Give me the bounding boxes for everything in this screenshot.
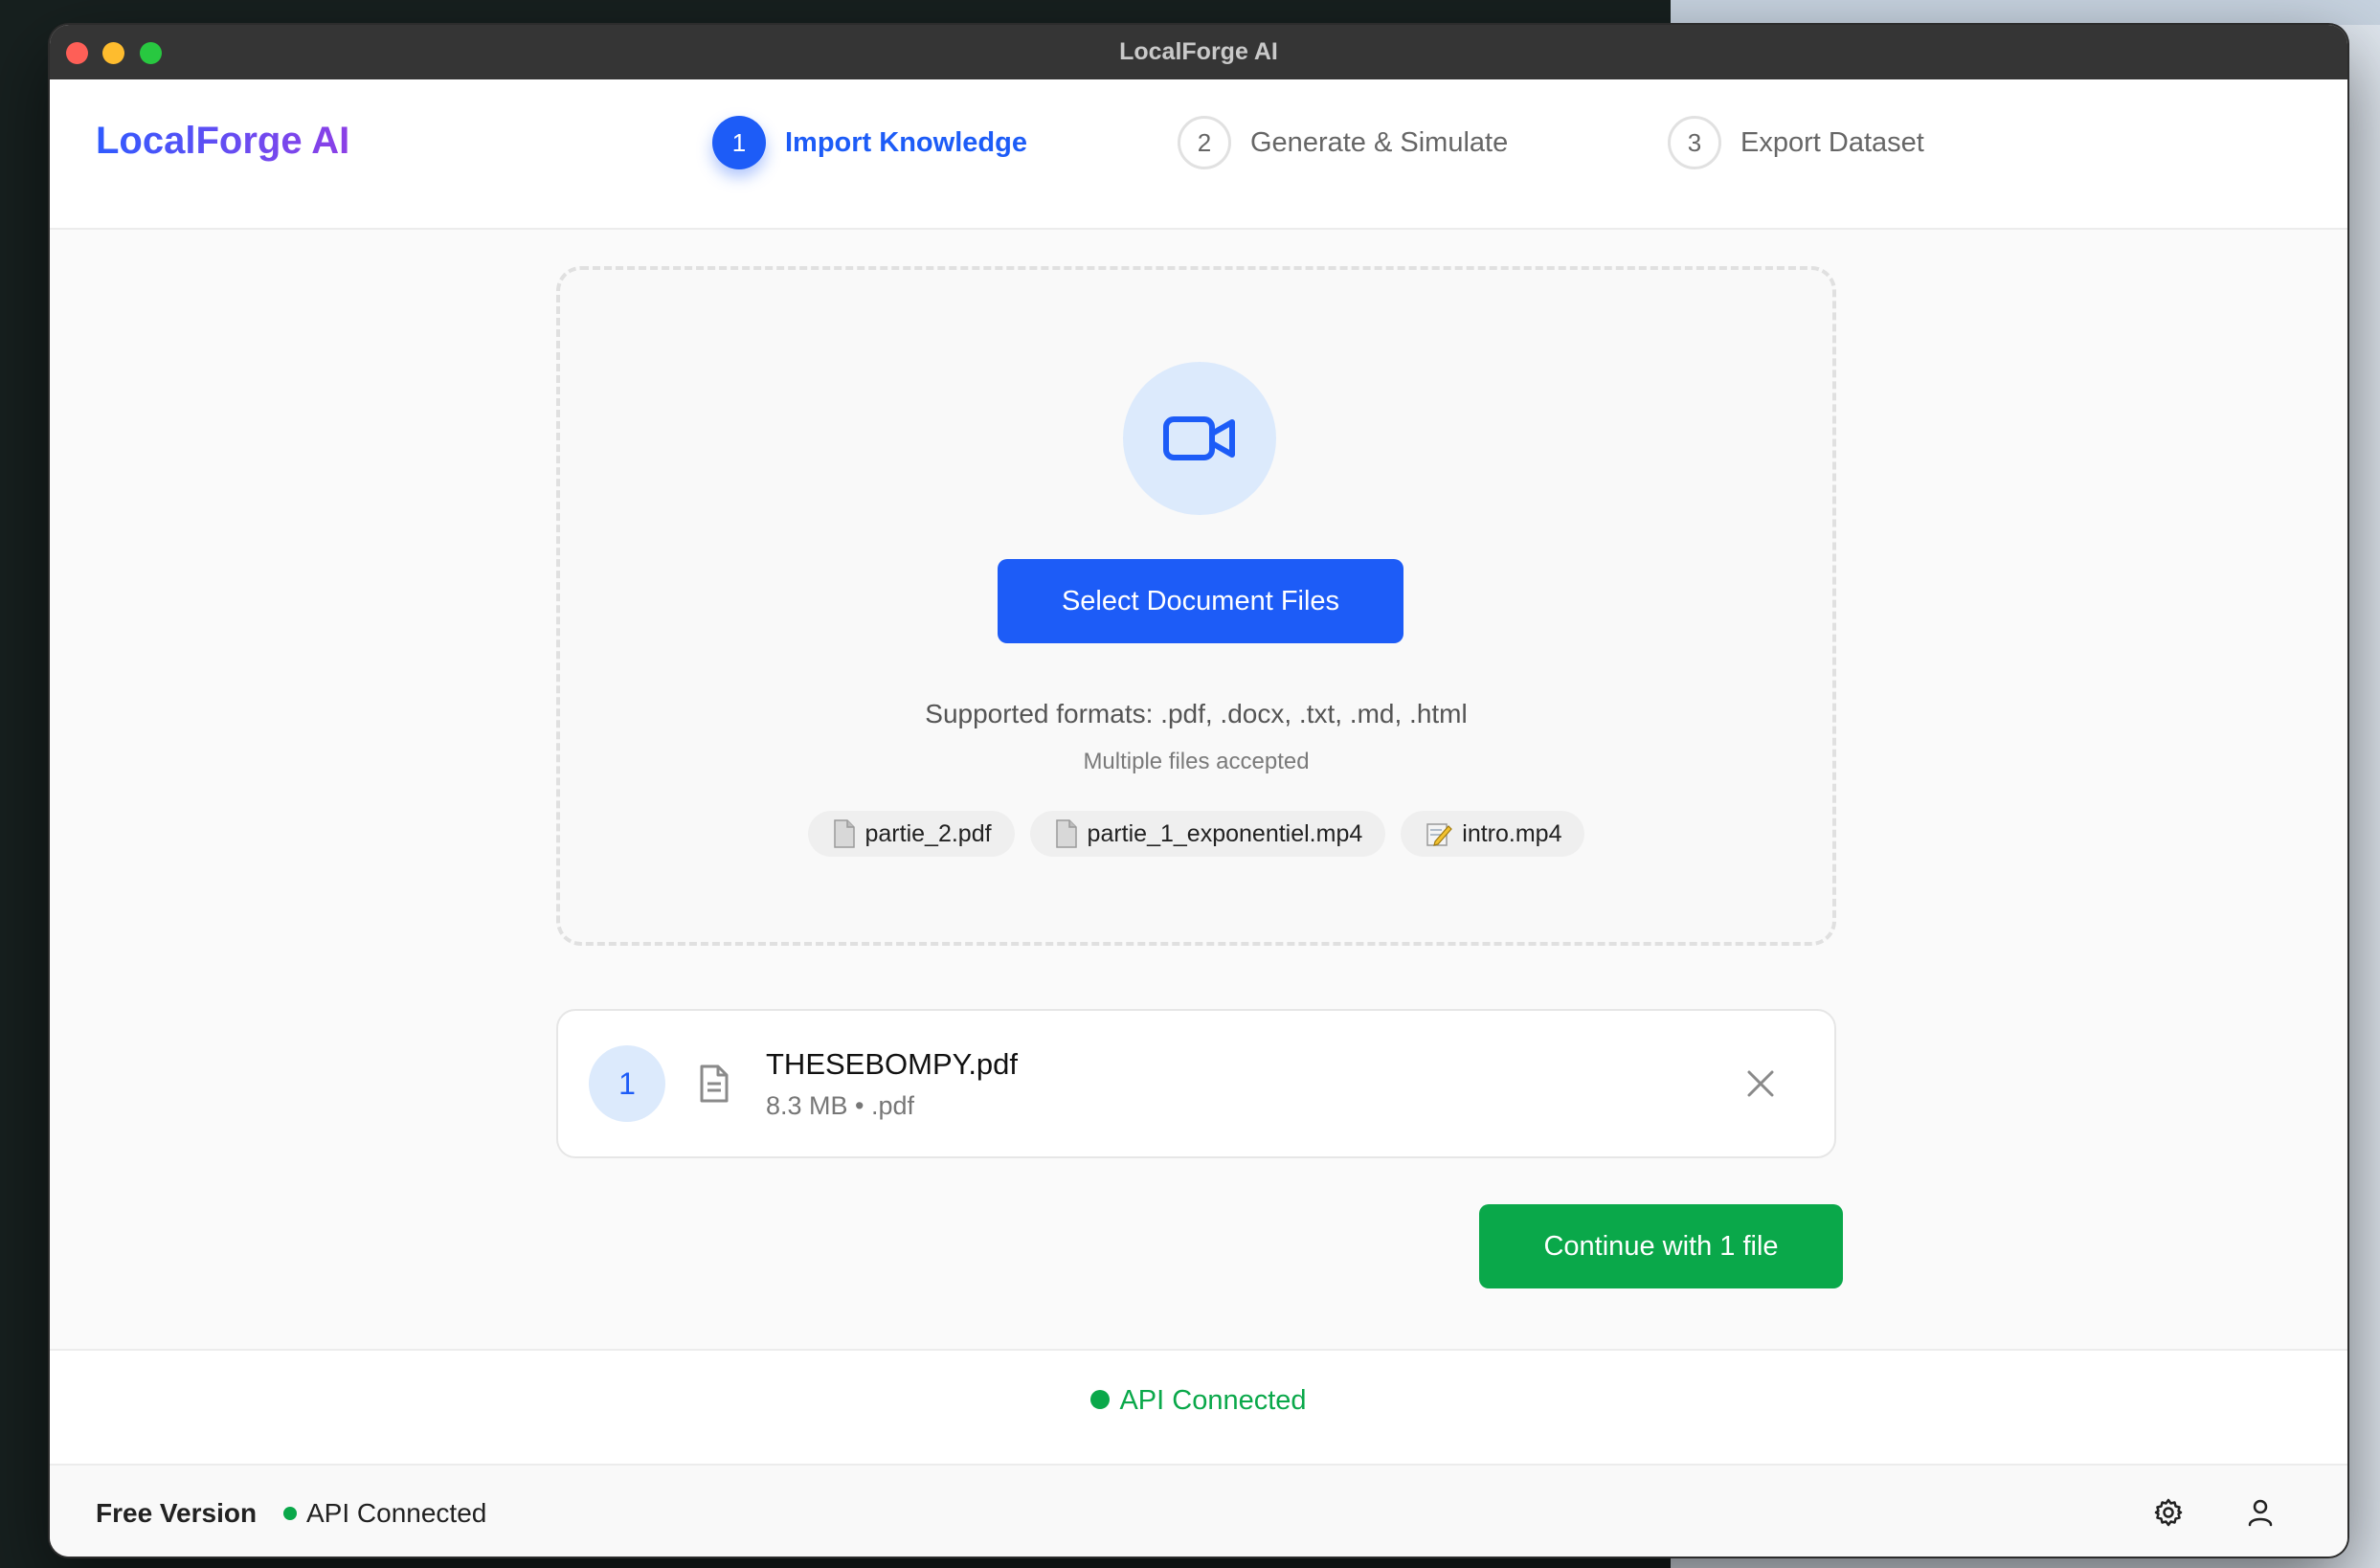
- recent-file-chip[interactable]: partie_1_exponentiel.mp4: [1029, 811, 1386, 857]
- select-files-button[interactable]: Select Document Files: [998, 559, 1403, 643]
- app-header: LocalForge AI 1 Import Knowledge 2 Gener…: [50, 79, 2347, 230]
- status-bar: API Connected: [50, 1349, 2347, 1464]
- step-number: 3: [1668, 116, 1721, 169]
- multiple-files-hint: Multiple files accepted: [1083, 749, 1310, 774]
- document-page-icon: [833, 819, 856, 848]
- api-status: API Connected: [50, 1385, 2347, 1417]
- status-dot-icon: [283, 1506, 297, 1520]
- selected-file-item: 1 THESEBOMPY.pdf 8.3 MB • .pdf: [556, 1009, 1836, 1158]
- step-export-dataset[interactable]: 3 Export Dataset: [1668, 114, 1924, 171]
- recent-file-name: intro.mp4: [1462, 819, 1562, 847]
- user-account-icon[interactable]: [2246, 1498, 2275, 1527]
- memo-icon: [1426, 820, 1453, 847]
- file-dropzone[interactable]: Select Document Files Supported formats:…: [556, 266, 1836, 946]
- background-window-strip: [1671, 0, 2380, 25]
- step-label: Import Knowledge: [785, 126, 1027, 158]
- recent-file-chip[interactable]: partie_2.pdf: [807, 811, 1015, 857]
- step-generate-simulate[interactable]: 2 Generate & Simulate: [1178, 114, 1508, 171]
- step-import-knowledge[interactable]: 1 Import Knowledge: [712, 114, 1027, 171]
- file-name: THESEBOMPY.pdf: [766, 1047, 1019, 1081]
- upload-icon-badge: [1123, 362, 1276, 515]
- recent-file-chip[interactable]: intro.mp4: [1401, 811, 1585, 857]
- title-bar: LocalForge AI: [50, 25, 2347, 80]
- status-dot-icon: [1090, 1390, 1111, 1410]
- remove-file-icon[interactable]: [1745, 1068, 1776, 1099]
- step-label: Generate & Simulate: [1250, 126, 1509, 158]
- recent-files-list: partie_2.pdf partie_1_exponentiel.mp4 in…: [560, 811, 1832, 857]
- footer-api-status: API Connected: [283, 1498, 486, 1529]
- app-footer: Free Version API Connected: [50, 1464, 2347, 1557]
- video-camera-icon: [1163, 416, 1235, 460]
- recent-file-name: partie_1_exponentiel.mp4: [1087, 819, 1363, 847]
- api-status-text: API Connected: [1119, 1385, 1307, 1416]
- window-title: LocalForge AI: [1119, 38, 1278, 65]
- version-label: Free Version: [96, 1498, 258, 1528]
- footer-api-text: API Connected: [306, 1498, 487, 1528]
- recent-file-name: partie_2.pdf: [864, 819, 992, 847]
- file-index-badge: 1: [589, 1045, 665, 1122]
- file-meta: 8.3 MB • .pdf: [766, 1091, 915, 1120]
- step-number: 2: [1178, 116, 1231, 169]
- continue-button[interactable]: Continue with 1 file: [1479, 1204, 1843, 1288]
- document-page-icon: [1055, 819, 1078, 848]
- supported-formats-text: Supported formats: .pdf, .docx, .txt, .m…: [925, 699, 1468, 728]
- app-window: LocalForge AI LocalForge AI 1 Import Kno…: [50, 25, 2347, 1557]
- settings-gear-icon[interactable]: [2154, 1498, 2183, 1527]
- document-icon: [698, 1064, 730, 1108]
- step-number: 1: [712, 116, 766, 169]
- step-label: Export Dataset: [1740, 126, 1924, 158]
- app-logo: LocalForge AI: [96, 120, 350, 162]
